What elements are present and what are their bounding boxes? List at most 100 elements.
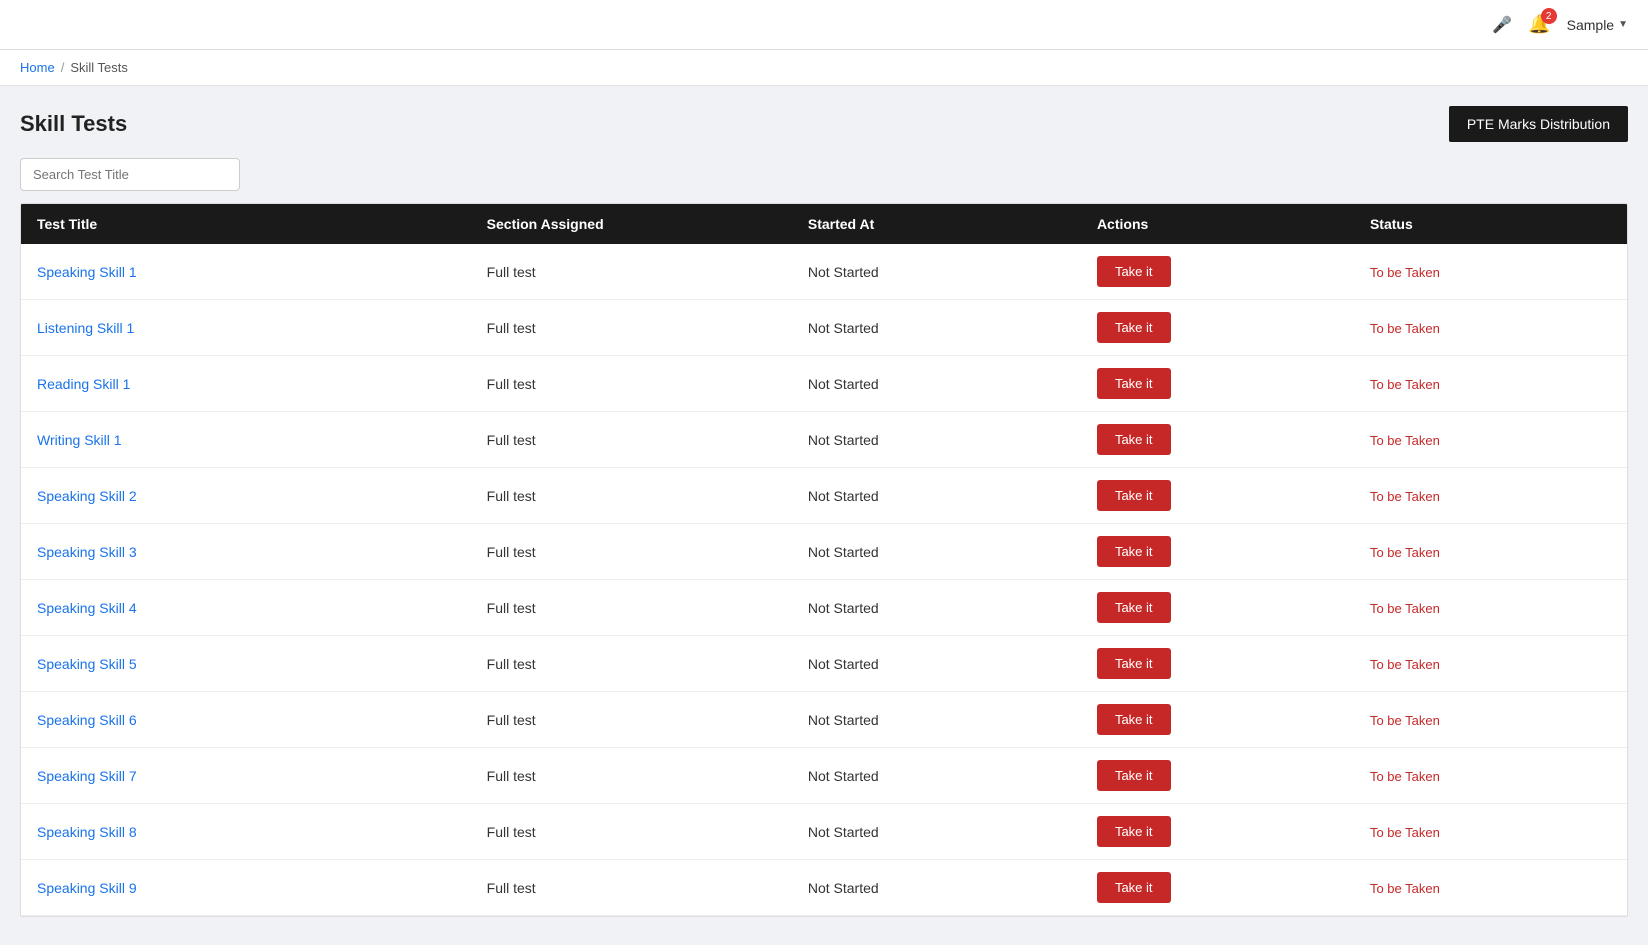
status-badge: To be Taken <box>1370 545 1440 560</box>
status-cell: To be Taken <box>1354 580 1627 636</box>
breadcrumb: Home / Skill Tests <box>0 50 1648 86</box>
col-header-title: Test Title <box>21 204 471 244</box>
breadcrumb-current: Skill Tests <box>70 60 128 75</box>
table-body: Speaking Skill 1Full testNot StartedTake… <box>21 244 1627 916</box>
started-at: Not Started <box>792 412 1081 468</box>
notification-wrapper[interactable]: 🔔 2 <box>1528 14 1550 35</box>
actions-cell: Take it <box>1081 804 1354 860</box>
test-title-link[interactable]: Speaking Skill 2 <box>37 488 137 504</box>
section-assigned: Full test <box>471 412 792 468</box>
actions-cell: Take it <box>1081 748 1354 804</box>
started-at: Not Started <box>792 636 1081 692</box>
pte-marks-distribution-button[interactable]: PTE Marks Distribution <box>1449 106 1628 142</box>
section-assigned: Full test <box>471 692 792 748</box>
take-it-button[interactable]: Take it <box>1097 480 1171 511</box>
test-title-link[interactable]: Speaking Skill 9 <box>37 880 137 896</box>
table-row: Listening Skill 1Full testNot StartedTak… <box>21 300 1627 356</box>
test-title-link[interactable]: Listening Skill 1 <box>37 320 134 336</box>
take-it-button[interactable]: Take it <box>1097 648 1171 679</box>
started-at: Not Started <box>792 580 1081 636</box>
table-row: Speaking Skill 2Full testNot StartedTake… <box>21 468 1627 524</box>
status-badge: To be Taken <box>1370 489 1440 504</box>
table-row: Speaking Skill 3Full testNot StartedTake… <box>21 524 1627 580</box>
col-header-status: Status <box>1354 204 1627 244</box>
status-cell: To be Taken <box>1354 244 1627 300</box>
main-content: Home / Skill Tests Skill Tests PTE Marks… <box>0 50 1648 945</box>
status-badge: To be Taken <box>1370 713 1440 728</box>
status-cell: To be Taken <box>1354 300 1627 356</box>
test-title-link[interactable]: Writing Skill 1 <box>37 432 122 448</box>
test-title-link[interactable]: Speaking Skill 1 <box>37 264 137 280</box>
status-badge: To be Taken <box>1370 321 1440 336</box>
status-cell: To be Taken <box>1354 692 1627 748</box>
take-it-button[interactable]: Take it <box>1097 760 1171 791</box>
actions-cell: Take it <box>1081 580 1354 636</box>
status-badge: To be Taken <box>1370 825 1440 840</box>
status-badge: To be Taken <box>1370 881 1440 896</box>
actions-cell: Take it <box>1081 636 1354 692</box>
take-it-button[interactable]: Take it <box>1097 872 1171 903</box>
col-header-section: Section Assigned <box>471 204 792 244</box>
take-it-button[interactable]: Take it <box>1097 816 1171 847</box>
status-badge: To be Taken <box>1370 265 1440 280</box>
test-title-link[interactable]: Speaking Skill 4 <box>37 600 137 616</box>
search-input[interactable] <box>20 158 240 191</box>
test-title-link[interactable]: Reading Skill 1 <box>37 376 130 392</box>
actions-cell: Take it <box>1081 468 1354 524</box>
status-cell: To be Taken <box>1354 356 1627 412</box>
navbar: 🎤 🔔 2 Sample ▼ <box>0 0 1648 50</box>
table-header: Test Title Section Assigned Started At A… <box>21 204 1627 244</box>
page-header: Skill Tests PTE Marks Distribution <box>20 106 1628 142</box>
section-assigned: Full test <box>471 244 792 300</box>
navbar-right: 🎤 🔔 2 Sample ▼ <box>1492 14 1628 35</box>
table-row: Speaking Skill 4 Full testNot Started Take… <box>21 580 1627 636</box>
actions-cell: Take it <box>1081 860 1354 916</box>
table-row: Speaking Skill 9Full testNot StartedTake… <box>21 860 1627 916</box>
started-at: Not Started <box>792 804 1081 860</box>
section-assigned: Full test <box>471 804 792 860</box>
section-assigned: Full test <box>471 748 792 804</box>
started-at: Not Started <box>792 300 1081 356</box>
actions-cell: Take it <box>1081 692 1354 748</box>
mic-icon[interactable]: 🎤 <box>1492 15 1512 35</box>
test-title-link[interactable]: Speaking Skill 3 <box>37 544 137 560</box>
table-row: Speaking Skill 5 Full testNot Started Take… <box>21 636 1627 692</box>
section-assigned: Full test <box>471 524 792 580</box>
take-it-button[interactable]: Take it <box>1097 368 1171 399</box>
test-title-link[interactable]: Speaking Skill 7 <box>37 768 137 784</box>
status-cell: To be Taken <box>1354 860 1627 916</box>
section-assigned: Full test <box>471 468 792 524</box>
table-row: Writing Skill 1 Full testNot Started Take … <box>21 412 1627 468</box>
table-row: Speaking Skill 1Full testNot StartedTake… <box>21 244 1627 300</box>
test-title-link[interactable]: Speaking Skill 6 <box>37 712 137 728</box>
test-title-link[interactable]: Speaking Skill 8 <box>37 824 137 840</box>
page-wrapper: Skill Tests PTE Marks Distribution Test … <box>0 86 1648 937</box>
actions-cell: Take it <box>1081 356 1354 412</box>
take-it-button[interactable]: Take it <box>1097 312 1171 343</box>
section-assigned: Full test <box>471 580 792 636</box>
section-assigned: Full test <box>471 356 792 412</box>
search-wrapper <box>20 158 1628 191</box>
table-row: Speaking Skill 8 Full testNot Started Take… <box>21 804 1627 860</box>
take-it-button[interactable]: Take it <box>1097 536 1171 567</box>
status-badge: To be Taken <box>1370 433 1440 448</box>
actions-cell: Take it <box>1081 300 1354 356</box>
actions-cell: Take it <box>1081 244 1354 300</box>
breadcrumb-home-link[interactable]: Home <box>20 60 55 75</box>
status-cell: To be Taken <box>1354 412 1627 468</box>
test-title-link[interactable]: Speaking Skill 5 <box>37 656 137 672</box>
status-cell: To be Taken <box>1354 748 1627 804</box>
section-assigned: Full test <box>471 636 792 692</box>
started-at: Not Started <box>792 860 1081 916</box>
page-title: Skill Tests <box>20 111 127 137</box>
table-row: Speaking Skill 7Full testNot StartedTake… <box>21 748 1627 804</box>
take-it-button[interactable]: Take it <box>1097 592 1171 623</box>
breadcrumb-separator: / <box>61 60 65 75</box>
take-it-button[interactable]: Take it <box>1097 704 1171 735</box>
take-it-button[interactable]: Take it <box>1097 424 1171 455</box>
started-at: Not Started <box>792 356 1081 412</box>
user-menu[interactable]: Sample ▼ <box>1567 17 1628 33</box>
take-it-button[interactable]: Take it <box>1097 256 1171 287</box>
user-name: Sample <box>1567 17 1614 33</box>
col-header-started: Started At <box>792 204 1081 244</box>
